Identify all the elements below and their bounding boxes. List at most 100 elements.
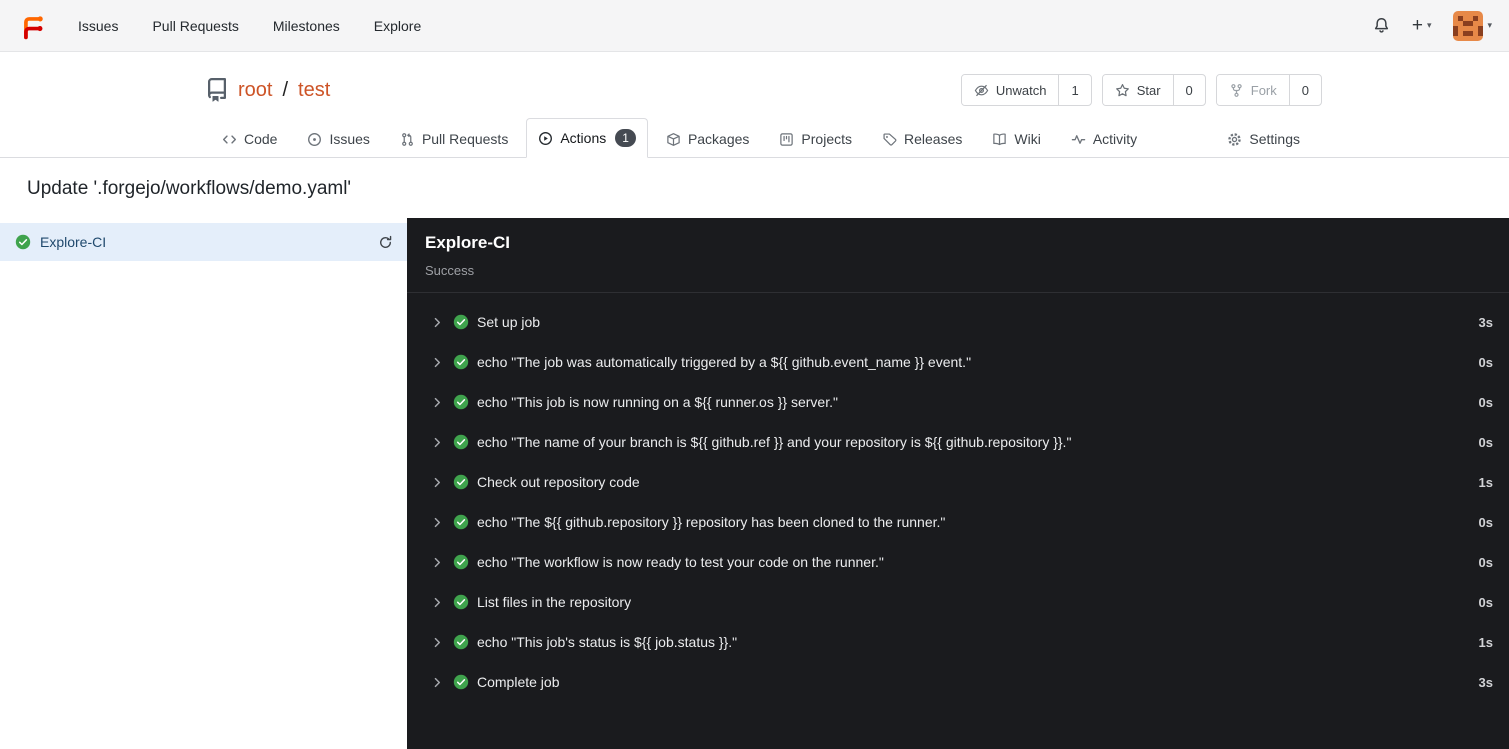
notifications-button[interactable] [1373,17,1390,34]
step-row[interactable]: Complete job 3s [407,662,1509,702]
check-circle-icon [453,434,469,450]
chevron-right-icon [430,515,445,530]
repo-title: root / test [205,78,330,102]
chevron-right-icon [430,555,445,570]
step-row[interactable]: echo "This job's status is ${{ job.statu… [407,622,1509,662]
job-name: Explore-CI [40,234,107,250]
git-fork-icon [1229,83,1244,98]
tab-projects-label: Projects [801,131,852,147]
tab-actions-label: Actions [560,130,607,146]
forgejo-logo[interactable] [17,11,47,41]
step-row[interactable]: echo "This job is now running on a ${{ r… [407,382,1509,422]
tab-code[interactable]: Code [210,120,289,157]
step-duration: 0s [1478,394,1493,410]
step-duration: 3s [1478,314,1493,330]
chevron-right-icon [430,595,445,610]
repo-name-link[interactable]: test [298,79,330,102]
tab-packages[interactable]: Packages [654,120,761,157]
fork-label: Fork [1250,82,1277,98]
star-label: Star [1136,82,1161,98]
tab-releases-label: Releases [904,131,963,147]
repo-owner-link[interactable]: root [238,79,272,102]
step-name: echo "This job is now running on a ${{ r… [477,394,838,410]
check-circle-icon [15,234,31,250]
page-title: Update '.forgejo/workflows/demo.yaml' [27,178,352,199]
job-item-explore-ci[interactable]: Explore-CI [0,223,407,261]
run-job-status: Success [425,263,475,278]
run-header: Explore-CI Success [407,218,1509,293]
step-row[interactable]: echo "The workflow is now ready to test … [407,542,1509,582]
git-pull-request-icon [400,132,415,147]
project-board-icon [779,132,794,147]
step-name: Complete job [477,674,560,690]
caret-down-icon: ▾ [1487,20,1492,30]
package-icon [666,132,681,147]
step-row[interactable]: Set up job 3s [407,302,1509,342]
plus-icon: + [1411,15,1423,36]
tab-issues[interactable]: Issues [295,120,381,157]
tab-releases[interactable]: Releases [870,120,974,157]
nav-item-issues[interactable]: Issues [61,9,135,43]
step-name: List files in the repository [477,594,632,610]
step-row[interactable]: echo "The job was automatically triggere… [407,342,1509,382]
step-name: echo "The job was automatically triggere… [477,354,972,370]
step-name: echo "This job's status is ${{ job.statu… [477,634,738,650]
tab-pull-requests-label: Pull Requests [421,131,509,147]
watch-button-group: Unwatch 1 [960,74,1092,106]
tab-issues-label: Issues [329,131,370,147]
fork-button-group: Fork 0 [1215,74,1322,106]
step-name: echo "The workflow is now ready to test … [477,554,884,570]
star-icon [1115,83,1130,98]
nav-item-milestones[interactable]: Milestones [256,9,357,43]
repo-book-icon [205,78,229,102]
step-duration: 0s [1478,554,1493,570]
repo-title-row: root / test Unwatch 1 Star 0 Fork 0 [0,74,1509,106]
chevron-right-icon [430,475,445,490]
tab-projects[interactable]: Projects [767,120,864,157]
nav-item-explore[interactable]: Explore [357,9,438,43]
step-duration: 0s [1478,354,1493,370]
tab-wiki-label: Wiki [1014,131,1041,147]
check-circle-icon [453,314,469,330]
step-row[interactable]: echo "The ${{ github.repository }} repos… [407,502,1509,542]
bell-icon [1373,17,1390,34]
user-menu-button[interactable]: ▾ [1453,10,1492,41]
check-circle-icon [453,354,469,370]
step-name: Set up job [477,314,541,330]
unwatch-button[interactable]: Unwatch [961,75,1059,105]
star-button[interactable]: Star [1102,75,1173,105]
tab-actions[interactable]: Actions 1 [526,118,648,158]
chevron-right-icon [430,675,445,690]
pulse-icon [1071,132,1086,147]
fork-button[interactable]: Fork [1216,75,1289,105]
forgejo-logo-icon [24,15,43,39]
tab-wiki[interactable]: Wiki [980,120,1052,157]
step-name: echo "The ${{ github.repository }} repos… [477,514,946,530]
refresh-jobs-button[interactable] [378,235,393,250]
stars-count[interactable]: 0 [1172,75,1205,105]
book-icon [992,132,1007,147]
avatar [1453,10,1484,41]
run-job-title: Explore-CI [425,233,511,252]
step-row[interactable]: echo "The name of your branch is ${{ git… [407,422,1509,462]
step-duration: 0s [1478,434,1493,450]
tab-activity[interactable]: Activity [1059,120,1149,157]
check-circle-icon [453,634,469,650]
tab-settings[interactable]: Settings [1215,120,1312,157]
step-row[interactable]: List files in the repository 0s [407,582,1509,622]
check-circle-icon [453,394,469,410]
tab-pull-requests[interactable]: Pull Requests [388,120,520,157]
create-new-button[interactable]: + ▾ [1412,16,1432,35]
check-circle-icon [453,474,469,490]
check-circle-icon [453,674,469,690]
forks-count[interactable]: 0 [1288,75,1321,105]
step-row[interactable]: Check out repository code 1s [407,462,1509,502]
gear-icon [1227,132,1242,147]
tab-settings-label: Settings [1249,131,1300,147]
watchers-count[interactable]: 1 [1058,75,1090,105]
code-icon [222,132,237,147]
tab-packages-label: Packages [687,131,750,147]
eye-slash-icon [974,83,989,98]
nav-item-pull-requests[interactable]: Pull Requests [135,9,255,43]
chevron-right-icon [430,315,445,330]
